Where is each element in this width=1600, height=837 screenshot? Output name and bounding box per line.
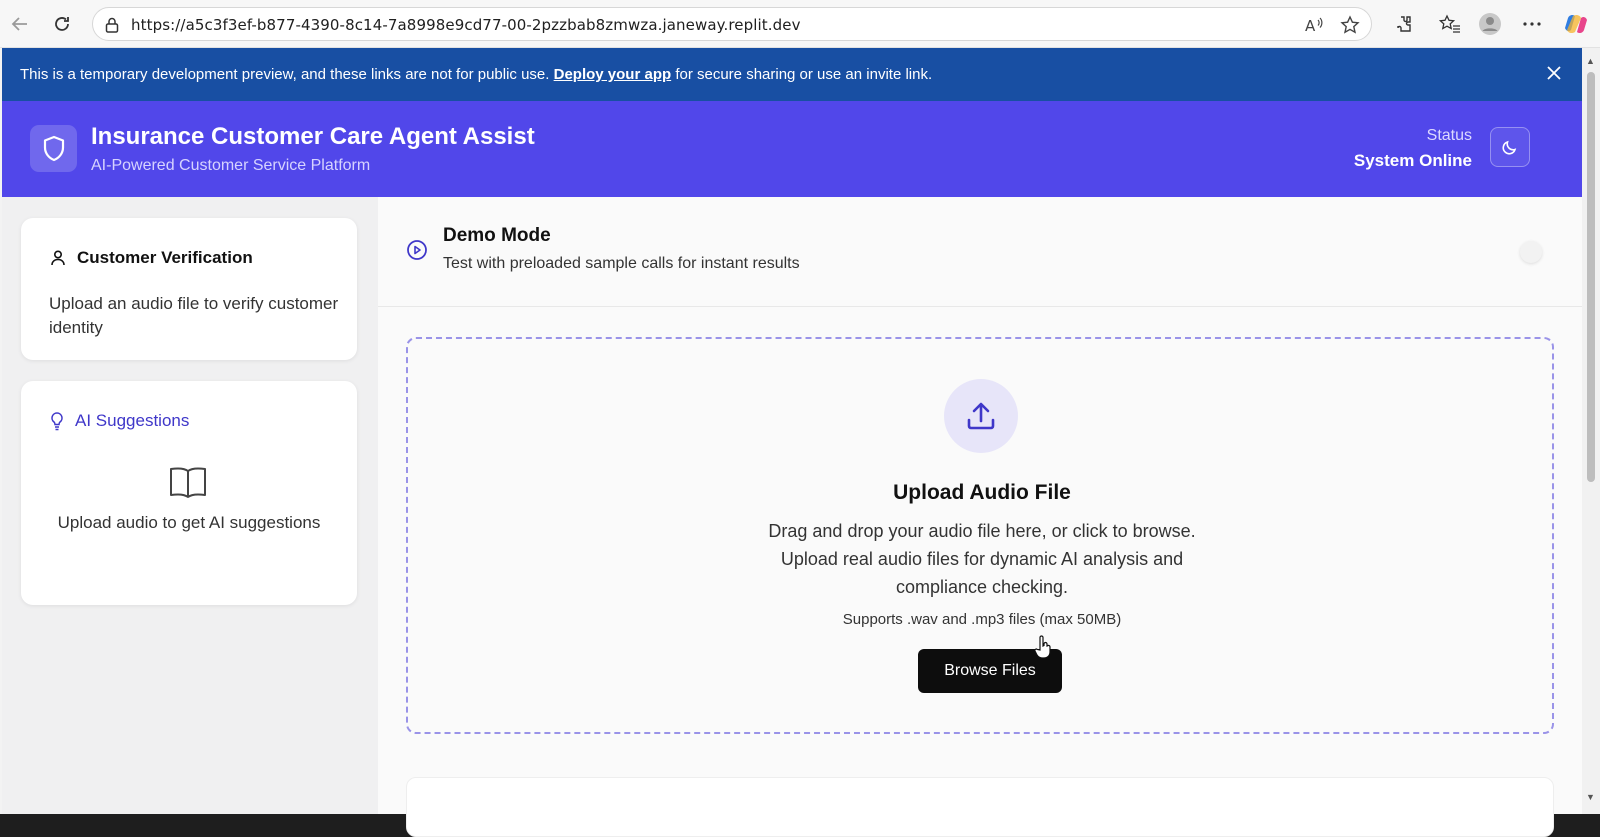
browser-toolbar: https://a5c3f3ef-b877-4390-8c14-7a8998e9… bbox=[0, 0, 1600, 48]
upload-icon bbox=[967, 402, 995, 430]
shield-icon bbox=[30, 125, 77, 172]
more-options-icon[interactable] bbox=[1520, 12, 1544, 36]
status-label: Status bbox=[1426, 127, 1472, 144]
next-section-card bbox=[406, 777, 1554, 837]
url-text[interactable]: https://a5c3f3ef-b877-4390-8c14-7a8998e9… bbox=[131, 16, 801, 34]
banner-message: This is a temporary development preview,… bbox=[20, 66, 932, 83]
demo-mode-toggle[interactable] bbox=[1520, 241, 1542, 263]
demo-mode-subtitle: Test with preloaded sample calls for ins… bbox=[443, 255, 800, 272]
customer-verification-header: Customer Verification bbox=[49, 248, 253, 268]
play-circle-icon bbox=[406, 239, 428, 261]
ai-suggestions-card: AI Suggestions Upload audio to get AI su… bbox=[21, 381, 357, 605]
main-content: Demo Mode Test with preloaded sample cal… bbox=[378, 197, 1582, 837]
banner-text-before: This is a temporary development preview,… bbox=[20, 66, 550, 83]
upload-title: Upload Audio File bbox=[893, 481, 1071, 504]
address-bar[interactable]: https://a5c3f3ef-b877-4390-8c14-7a8998e9… bbox=[92, 7, 1372, 41]
svg-text:A: A bbox=[1305, 17, 1316, 35]
scrollbar-thumb[interactable] bbox=[1587, 72, 1595, 482]
lock-icon[interactable] bbox=[103, 16, 121, 34]
sidebar: Customer Verification Upload an audio fi… bbox=[2, 197, 378, 814]
customer-verification-description: Upload an audio file to verify customer … bbox=[49, 294, 339, 337]
dev-preview-banner: This is a temporary development preview,… bbox=[2, 48, 1582, 101]
banner-text-after: for secure sharing or use an invite link… bbox=[675, 66, 933, 83]
ai-suggestions-title: AI Suggestions bbox=[75, 411, 190, 430]
user-icon bbox=[51, 250, 65, 266]
hand-cursor-icon bbox=[1034, 635, 1052, 659]
theme-toggle-button[interactable] bbox=[1490, 127, 1530, 167]
upload-description: Drag and drop your audio file here, or c… bbox=[768, 521, 1196, 597]
copilot-icon[interactable] bbox=[1564, 12, 1588, 36]
reload-icon[interactable] bbox=[50, 12, 74, 36]
read-aloud-icon[interactable]: A bbox=[1303, 14, 1325, 36]
favorites-icon[interactable] bbox=[1438, 12, 1462, 36]
demo-mode-title: Demo Mode bbox=[443, 225, 551, 246]
moon-icon bbox=[1502, 140, 1517, 155]
browser-window: https://a5c3f3ef-b877-4390-8c14-7a8998e9… bbox=[0, 0, 1600, 837]
page-scrollbar[interactable]: ▲ ▼ bbox=[1582, 48, 1600, 814]
customer-verification-title: Customer Verification bbox=[77, 248, 253, 267]
book-open-icon bbox=[167, 465, 209, 501]
ai-suggestions-header: AI Suggestions bbox=[49, 411, 189, 431]
upload-supported-formats: Supports .wav and .mp3 files (max 50MB) bbox=[842, 611, 1122, 628]
scroll-up-arrow-icon[interactable]: ▲ bbox=[1586, 56, 1595, 66]
deploy-app-link[interactable]: Deploy your app bbox=[554, 66, 672, 83]
app-title: Insurance Customer Care Agent Assist bbox=[91, 123, 535, 150]
profile-avatar-icon[interactable] bbox=[1478, 12, 1502, 36]
ai-suggestions-empty-text: Upload audio to get AI suggestions bbox=[57, 513, 321, 532]
close-icon[interactable] bbox=[1542, 62, 1566, 86]
scroll-down-arrow-icon[interactable]: ▼ bbox=[1586, 792, 1595, 802]
app-header: Insurance Customer Care Agent Assist AI-… bbox=[2, 101, 1582, 197]
audio-dropzone[interactable]: Upload Audio File Drag and drop your aud… bbox=[406, 337, 1554, 734]
app-subtitle: AI-Powered Customer Service Platform bbox=[91, 157, 371, 174]
upload-icon-container bbox=[944, 379, 1018, 453]
customer-verification-card: Customer Verification Upload an audio fi… bbox=[21, 218, 357, 360]
back-icon[interactable] bbox=[8, 12, 32, 36]
lightbulb-icon bbox=[51, 412, 63, 431]
status-value: System Online bbox=[1353, 151, 1472, 170]
favorite-star-icon[interactable] bbox=[1339, 14, 1361, 36]
demo-mode-section: Demo Mode Test with preloaded sample cal… bbox=[378, 197, 1582, 307]
extensions-icon[interactable] bbox=[1392, 12, 1416, 36]
